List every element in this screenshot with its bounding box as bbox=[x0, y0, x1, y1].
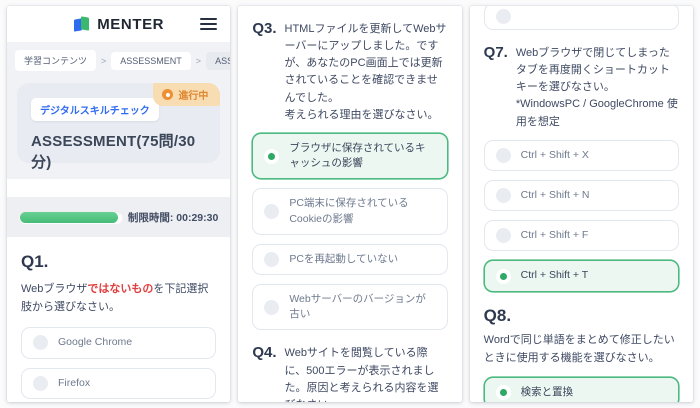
status-badge-label: 進行中 bbox=[178, 91, 209, 102]
in-progress-icon bbox=[162, 89, 174, 100]
answer-option-firefox[interactable]: Firefox bbox=[21, 367, 217, 399]
answer-options: Ctrl + Shift + X Ctrl + Shift + N Ctrl +… bbox=[483, 139, 679, 292]
time-limit-label: 制限時間: 00:29:30 bbox=[127, 211, 219, 224]
radio-selected-icon bbox=[264, 148, 280, 164]
panel-questions-3-4: Q3. HTMLファイルを更新してWebサーバーにアップしました。ですが、あなた… bbox=[238, 6, 462, 402]
breadcrumb-item-assessment[interactable]: ASSESSMENT bbox=[111, 51, 191, 70]
option-label: ブラウザに保存されているキャッシュの影響 bbox=[289, 141, 426, 170]
category-label: デジタルスキルチェック bbox=[31, 98, 159, 121]
option-label: Ctrl + Shift + F bbox=[520, 229, 589, 242]
answer-option-ctrl-shift-t[interactable]: Ctrl + Shift + T bbox=[483, 260, 679, 292]
question-scroll-area: Q7. Webブラウザで閉じてしまったタブを再度開くショートカットキーを選びなさ… bbox=[470, 6, 693, 402]
screenshot-collage: MENTER 学習コンテンツ > ASSESSMENT > ASSESSME 進… bbox=[0, 0, 700, 408]
question-4-block: Q4. Webサイトを閲覧している際に、500エラーが表示されました。原因と考え… bbox=[252, 344, 447, 402]
question-number: Q3. bbox=[252, 20, 277, 37]
menter-logo-icon bbox=[73, 15, 91, 33]
answer-option-google-chrome[interactable]: Google Chrome bbox=[21, 327, 217, 359]
radio-icon bbox=[264, 299, 280, 315]
question-number: Q4. bbox=[252, 344, 277, 362]
question-text: Webブラウザで閉じてしまったタブを再度開くショートカットキーを選びなさい。 *… bbox=[515, 47, 678, 128]
panel-questions-7-8: Q7. Webブラウザで閉じてしまったタブを再度開くショートカットキーを選びなさ… bbox=[469, 6, 693, 402]
answer-option-ctrl-shift-x[interactable]: Ctrl + Shift + X bbox=[483, 139, 679, 171]
status-badge: 進行中 bbox=[153, 83, 221, 106]
hamburger-menu-icon[interactable] bbox=[200, 15, 218, 33]
radio-icon bbox=[495, 147, 511, 163]
option-label: PCを再起動していない bbox=[289, 252, 399, 265]
radio-icon bbox=[495, 228, 511, 244]
app-header: MENTER bbox=[7, 6, 231, 42]
spacer bbox=[7, 179, 231, 197]
assessment-card-section: 進行中 デジタルスキルチェック ASSESSMENT(75問/30分) bbox=[7, 79, 231, 179]
breadcrumb-item-current[interactable]: ASSESSME bbox=[206, 51, 231, 70]
menter-logo[interactable]: MENTER bbox=[73, 16, 164, 33]
answer-option-no-restart[interactable]: PCを再起動していない bbox=[252, 243, 448, 276]
answer-option-cookie[interactable]: PC端末に保存されているCookieの影響 bbox=[252, 188, 448, 235]
radio-icon bbox=[264, 251, 280, 267]
option-label: 検索と置換 bbox=[520, 385, 574, 398]
answer-option-old-server-version[interactable]: Webサーバーのバージョンが古い bbox=[252, 284, 448, 331]
answer-option-partial[interactable] bbox=[483, 6, 679, 30]
assessment-card: 進行中 デジタルスキルチェック ASSESSMENT(75問/30分) bbox=[17, 83, 221, 171]
option-label: Google Chrome bbox=[58, 336, 133, 349]
question-text: Webサイトを閲覧している際に、500エラーが表示されました。原因と考えられる内… bbox=[284, 347, 439, 402]
radio-icon bbox=[495, 188, 511, 204]
answer-option-browser-cache[interactable]: ブラウザに保存されているキャッシュの影響 bbox=[252, 132, 448, 180]
answer-options: 検索と置換 翻訳 bbox=[483, 376, 679, 402]
question-number: Q7. bbox=[483, 44, 508, 61]
question-text: HTMLファイルを更新してWebサーバーにアップしました。ですが、あなたのPC画… bbox=[284, 23, 447, 121]
breadcrumb: 学習コンテンツ > ASSESSMENT > ASSESSME bbox=[7, 42, 231, 79]
option-label: Firefox bbox=[58, 376, 91, 389]
question-text-part: Webブラウザ bbox=[21, 283, 88, 295]
breadcrumb-separator-icon: > bbox=[195, 55, 202, 66]
option-label: Ctrl + Shift + N bbox=[520, 189, 590, 201]
breadcrumb-item-learning-contents[interactable]: 学習コンテンツ bbox=[15, 50, 97, 71]
question-text: Wordで同じ単語をまとめて修正したいときに使用する機能を選びなさい。 bbox=[483, 333, 675, 364]
timer-bar: 制限時間: 00:29:30 bbox=[7, 197, 231, 237]
radio-selected-icon bbox=[495, 268, 511, 284]
answer-option-ctrl-shift-f[interactable]: Ctrl + Shift + F bbox=[483, 220, 679, 252]
progress-bar-fill bbox=[20, 211, 118, 223]
question-7-block: Q7. Webブラウザで閉じてしまったタブを再度開くショートカットキーを選びなさ… bbox=[484, 44, 679, 131]
breadcrumb-separator-icon: > bbox=[101, 55, 107, 66]
answer-option-ctrl-shift-n[interactable]: Ctrl + Shift + N bbox=[483, 180, 679, 212]
question-text-highlight: ではないもの bbox=[87, 283, 154, 295]
answer-options: Google Chrome Firefox bbox=[21, 327, 217, 402]
answer-options: ブラウザに保存されているキャッシュの影響 PC端末に保存されているCookieの… bbox=[252, 132, 448, 331]
option-label: Ctrl + Shift + T bbox=[520, 269, 589, 282]
radio-selected-icon bbox=[495, 385, 511, 401]
option-label: PC端末に保存されているCookieの影響 bbox=[289, 197, 409, 225]
question-number: Q8. bbox=[483, 305, 512, 325]
question-8-block: Q8. Wordで同じ単語をまとめて修正したいときに使用する機能を選びなさい。 bbox=[484, 306, 679, 367]
menter-logo-text: MENTER bbox=[97, 15, 165, 33]
radio-icon bbox=[495, 9, 511, 24]
panel-assessment-start: MENTER 学習コンテンツ > ASSESSMENT > ASSESSME 進… bbox=[7, 6, 231, 402]
option-label: Webサーバーのバージョンが古い bbox=[289, 293, 426, 321]
progress-bar bbox=[19, 210, 123, 224]
question-scroll-area: Q3. HTMLファイルを更新してWebサーバーにアップしました。ですが、あなた… bbox=[238, 6, 461, 402]
question-text: Webブラウザではないものを下記選択肢から選びなさい。 bbox=[21, 280, 216, 316]
radio-icon bbox=[33, 375, 48, 391]
assessment-title: ASSESSMENT(75問/30分) bbox=[31, 133, 196, 171]
question-1-block: Q1. Webブラウザではないものを下記選択肢から選びなさい。 Google C… bbox=[7, 237, 230, 402]
answer-option-find-replace[interactable]: 検索と置換 bbox=[483, 376, 679, 402]
option-label: Ctrl + Shift + X bbox=[520, 148, 589, 161]
question-number: Q1. bbox=[21, 252, 49, 271]
radio-icon bbox=[33, 335, 48, 351]
question-3-block: Q3. HTMLファイルを更新してWebサーバーにアップしました。ですが、あなた… bbox=[252, 20, 447, 124]
radio-icon bbox=[264, 204, 280, 220]
